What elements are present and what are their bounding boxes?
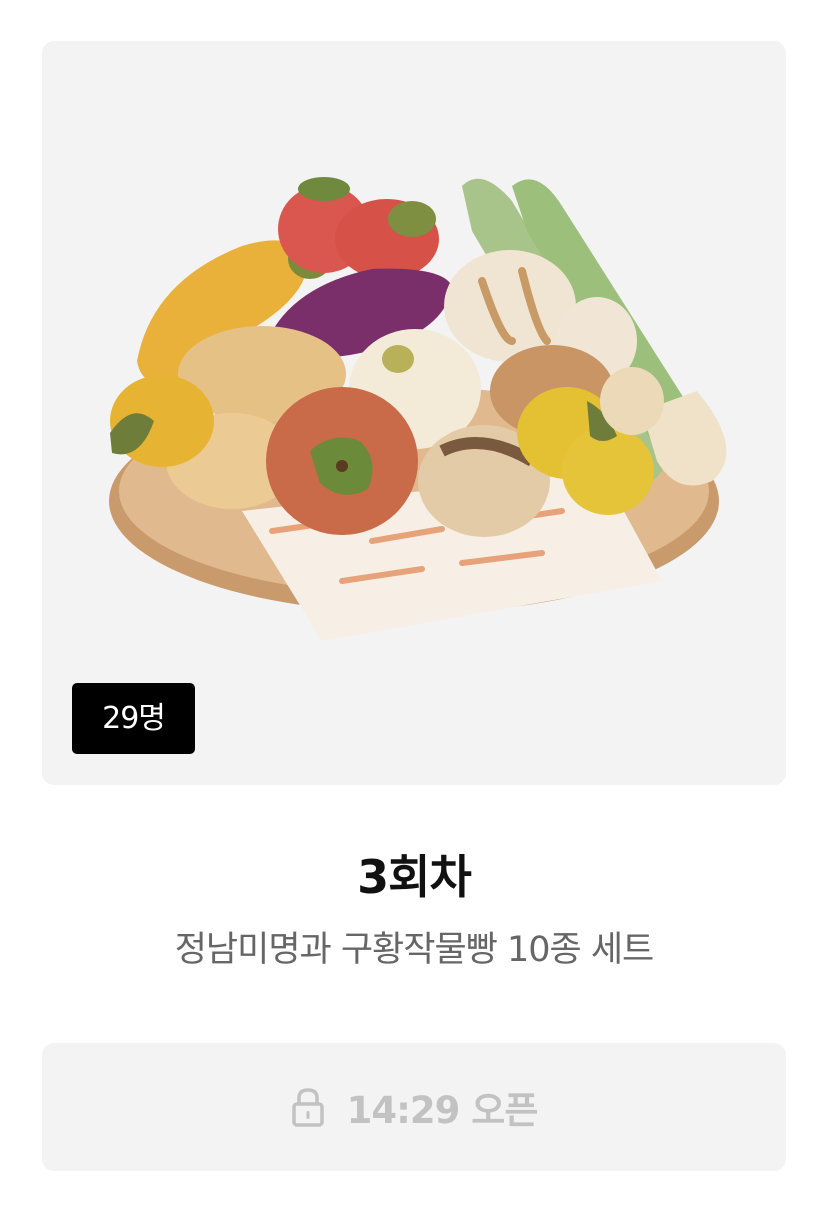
bread-plate-image [109,177,727,641]
open-time-button[interactable]: 14:29 오픈 [42,1043,786,1171]
round-title: 3회차 [357,850,472,904]
lock-icon [291,1088,324,1127]
participant-count-badge: 29명 [72,683,195,754]
product-image-card[interactable]: 29명 [42,41,786,785]
product-name: 정남미명과 구황작물빵 10종 세트 [174,930,655,970]
open-time-label: 14:29 오픈 [346,1089,539,1132]
